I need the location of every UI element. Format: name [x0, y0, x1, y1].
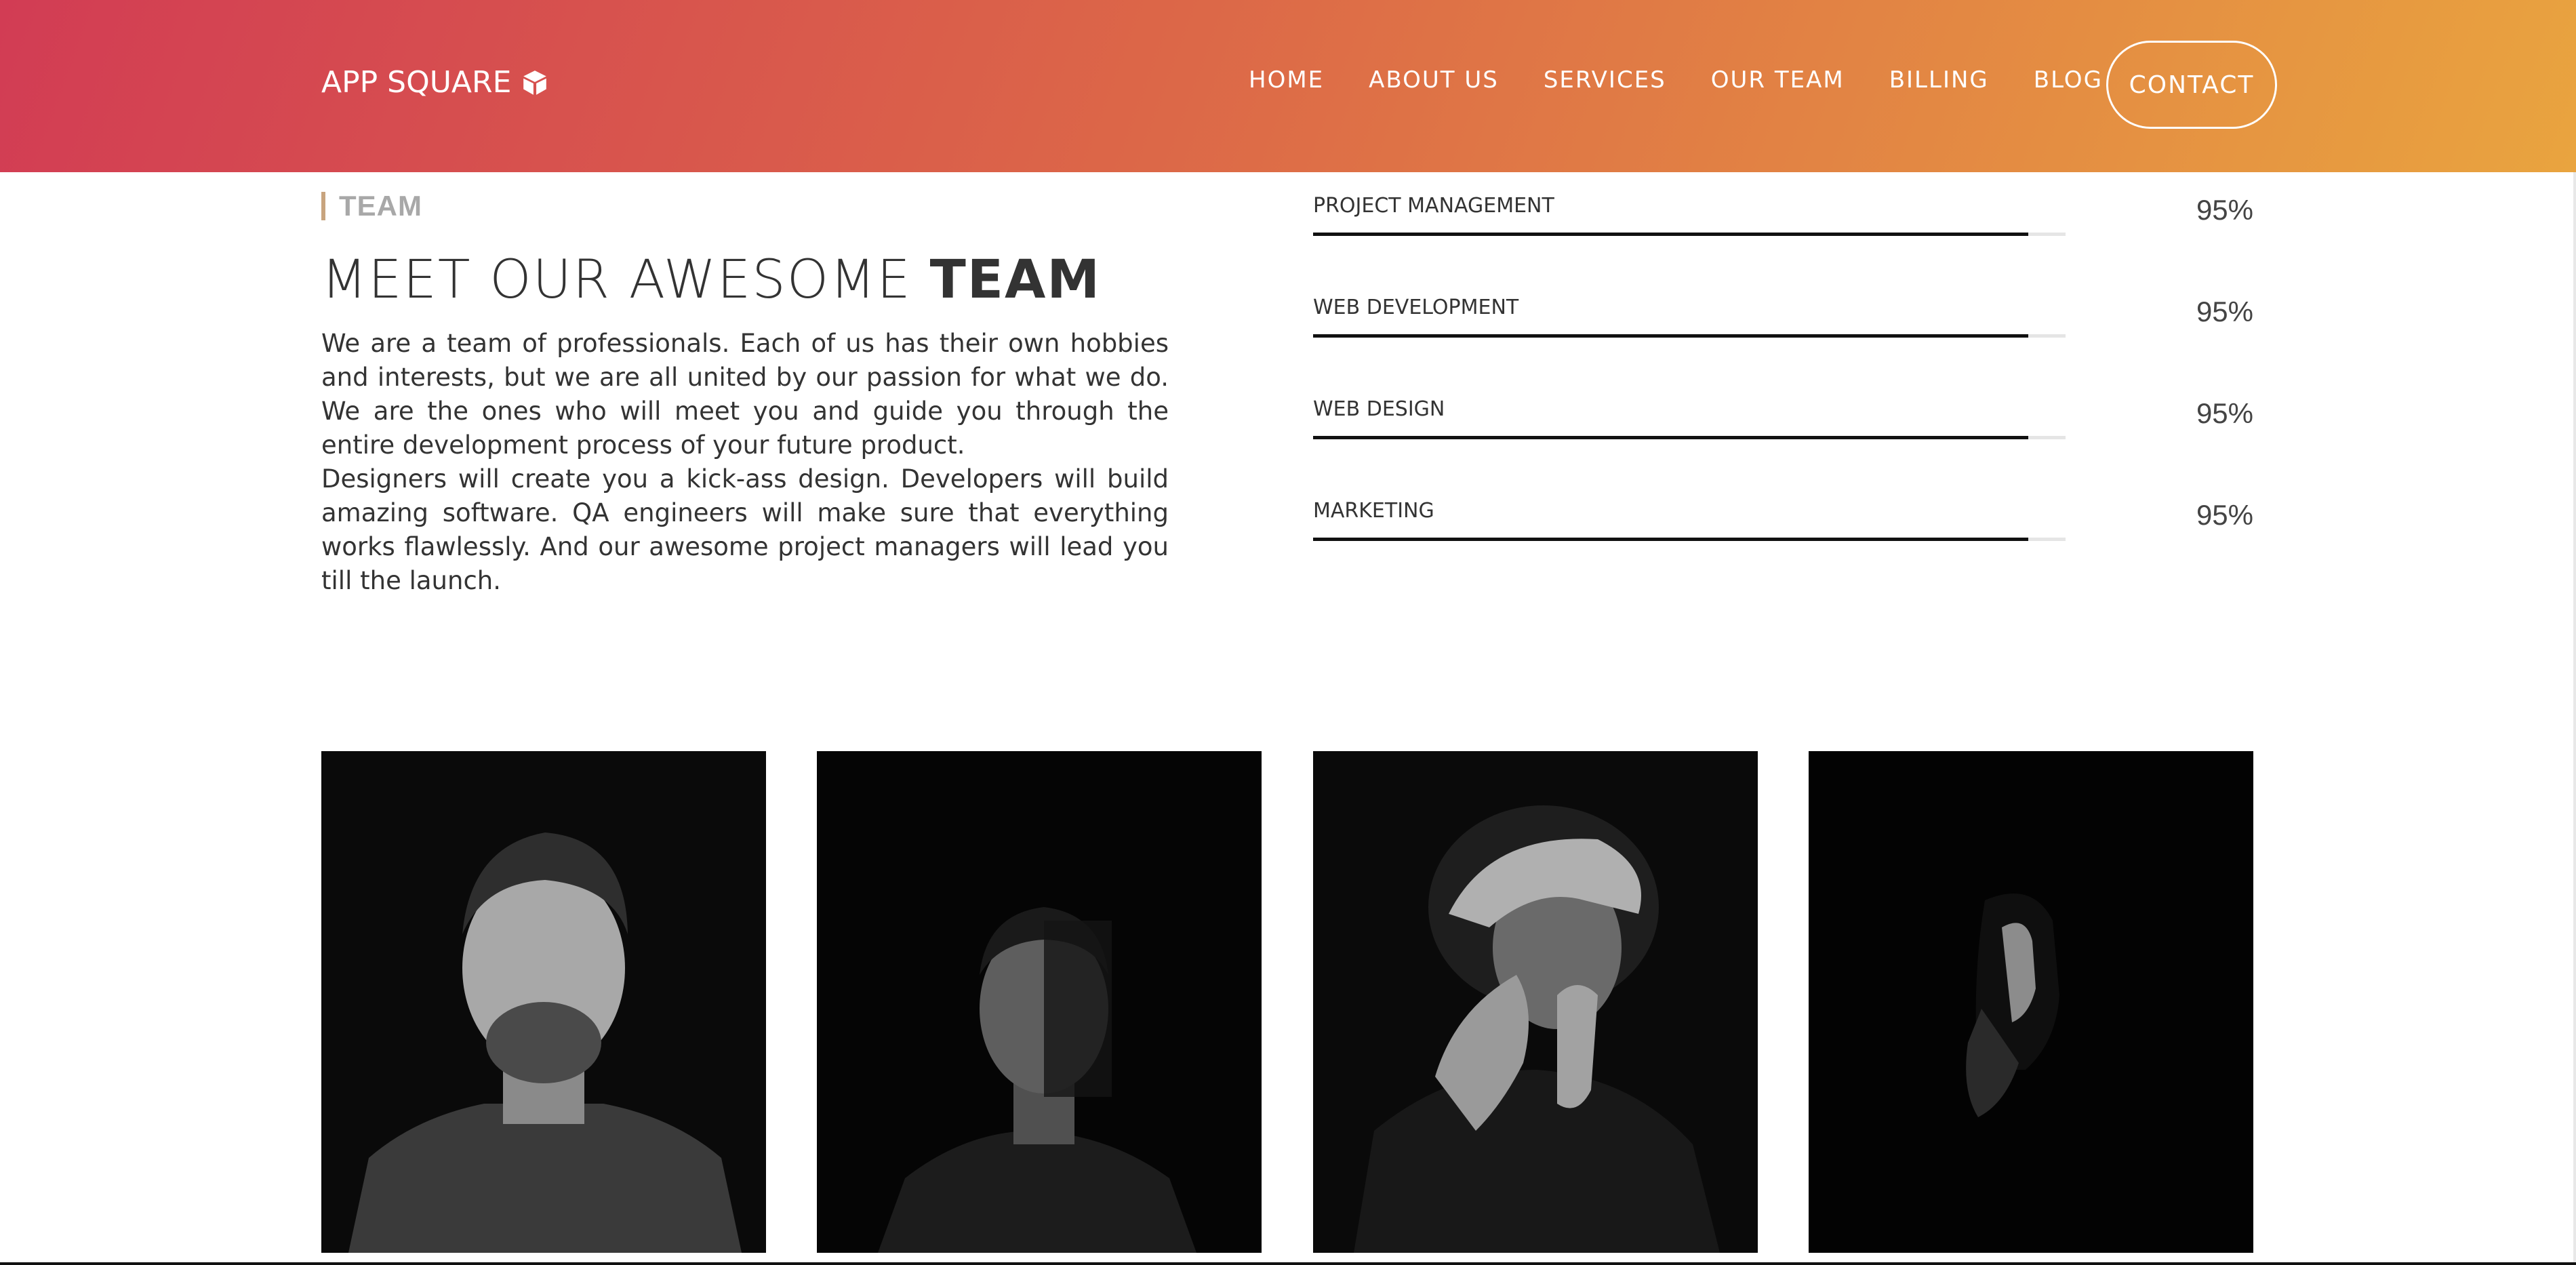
- nav-billing[interactable]: BILLING: [1889, 66, 1989, 94]
- section-tag: TEAM: [321, 190, 422, 222]
- logo-text: APP SQUARE: [321, 65, 512, 100]
- team-member-photo-1[interactable]: [321, 751, 766, 1253]
- skill-progress-track: [1313, 334, 2066, 338]
- skill-project-management: PROJECT MANAGEMENT 95%: [1313, 194, 2259, 241]
- skill-progress-track: [1313, 233, 2066, 236]
- skill-web-development: WEB DEVELOPMENT 95%: [1313, 296, 2259, 343]
- skill-web-design: WEB DESIGN 95%: [1313, 397, 2259, 445]
- section-title: MEET OUR AWESOME TEAM: [321, 249, 1101, 310]
- nav-services[interactable]: SERVICES: [1544, 66, 1666, 94]
- skill-progress-fill: [1313, 334, 2028, 338]
- skill-marketing: MARKETING 95%: [1313, 499, 2259, 546]
- description-paragraph-1: We are a team of professionals. Each of …: [321, 329, 1169, 460]
- team-member-photo-2[interactable]: [817, 751, 1262, 1253]
- portrait-image: [1809, 751, 2253, 1253]
- section-title-light: MEET OUR AWESOME: [321, 249, 930, 310]
- portrait-image: [817, 751, 1262, 1253]
- skill-label: WEB DEVELOPMENT: [1313, 296, 1519, 319]
- main-nav: HOME ABOUT US SERVICES OUR TEAM BILLING …: [1249, 66, 2148, 94]
- site-header: APP SQUARE HOME ABOUT US SERVICES OUR TE…: [0, 0, 2576, 172]
- skill-progress-fill: [1313, 233, 2028, 236]
- skill-label: PROJECT MANAGEMENT: [1313, 194, 1554, 218]
- nav-our-team[interactable]: OUR TEAM: [1711, 66, 1845, 94]
- page-edge-divider: [2573, 172, 2576, 1265]
- tag-accent-bar: [321, 192, 325, 220]
- skill-percent: 95%: [2196, 499, 2253, 531]
- nav-about-us[interactable]: ABOUT US: [1369, 66, 1499, 94]
- section-tag-label: TEAM: [339, 190, 422, 222]
- description-paragraph-2: Designers will create you a kick-ass des…: [321, 464, 1169, 595]
- team-member-photo-3[interactable]: [1313, 751, 1758, 1253]
- skill-percent: 95%: [2196, 296, 2253, 327]
- skill-percent: 95%: [2196, 194, 2253, 226]
- cube-icon: [523, 70, 547, 95]
- logo[interactable]: APP SQUARE: [321, 65, 549, 100]
- portrait-image: [1313, 751, 1758, 1253]
- skill-progress-fill: [1313, 538, 2028, 541]
- nav-blog[interactable]: BLOG: [2034, 66, 2103, 94]
- portrait-image: [321, 751, 766, 1253]
- skill-progress-fill: [1313, 436, 2028, 439]
- nav-home[interactable]: HOME: [1249, 66, 1324, 94]
- skill-label: MARKETING: [1313, 499, 1434, 523]
- section-title-bold: TEAM: [929, 249, 1102, 310]
- contact-button[interactable]: CONTACT: [2106, 41, 2277, 129]
- skill-progress-track: [1313, 538, 2066, 541]
- skill-label: WEB DESIGN: [1313, 397, 1445, 421]
- section-description: We are a team of professionals. Each of …: [321, 327, 1169, 598]
- skill-progress-track: [1313, 436, 2066, 439]
- team-member-photo-4[interactable]: [1809, 751, 2253, 1253]
- skill-percent: 95%: [2196, 397, 2253, 429]
- page-bottom-border: [0, 1262, 2576, 1265]
